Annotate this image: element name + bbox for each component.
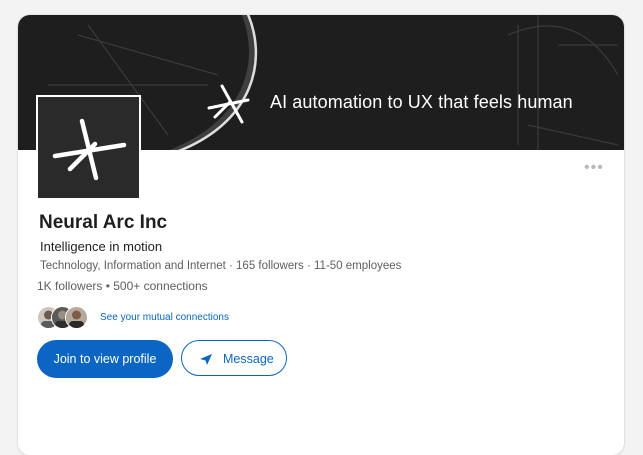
company-meta: Technology, Information and Internet · 1… <box>40 260 402 272</box>
send-icon <box>200 354 212 365</box>
company-name: Neural Arc Inc <box>39 212 168 233</box>
more-options-icon[interactable]: ••• <box>584 160 604 176</box>
message-button-label: Message <box>223 352 274 366</box>
mutual-connections-link[interactable]: See your mutual connections <box>100 312 229 323</box>
company-logo[interactable] <box>36 95 141 200</box>
follower-count: 1K followers • 500+ connections <box>37 279 208 293</box>
join-to-view-profile-button[interactable]: Join to view profile <box>37 340 173 378</box>
company-card: AI automation to UX that feels human •••… <box>18 15 624 455</box>
message-button[interactable]: Message <box>181 340 287 376</box>
banner-tagline: AI automation to UX that feels human <box>270 92 573 112</box>
company-tagline: Intelligence in motion <box>40 239 163 254</box>
mutual-avatars[interactable] <box>37 306 93 330</box>
banner-asterisk-icon <box>207 84 250 124</box>
avatar <box>65 306 88 329</box>
asterisk-logo-icon <box>52 118 127 181</box>
